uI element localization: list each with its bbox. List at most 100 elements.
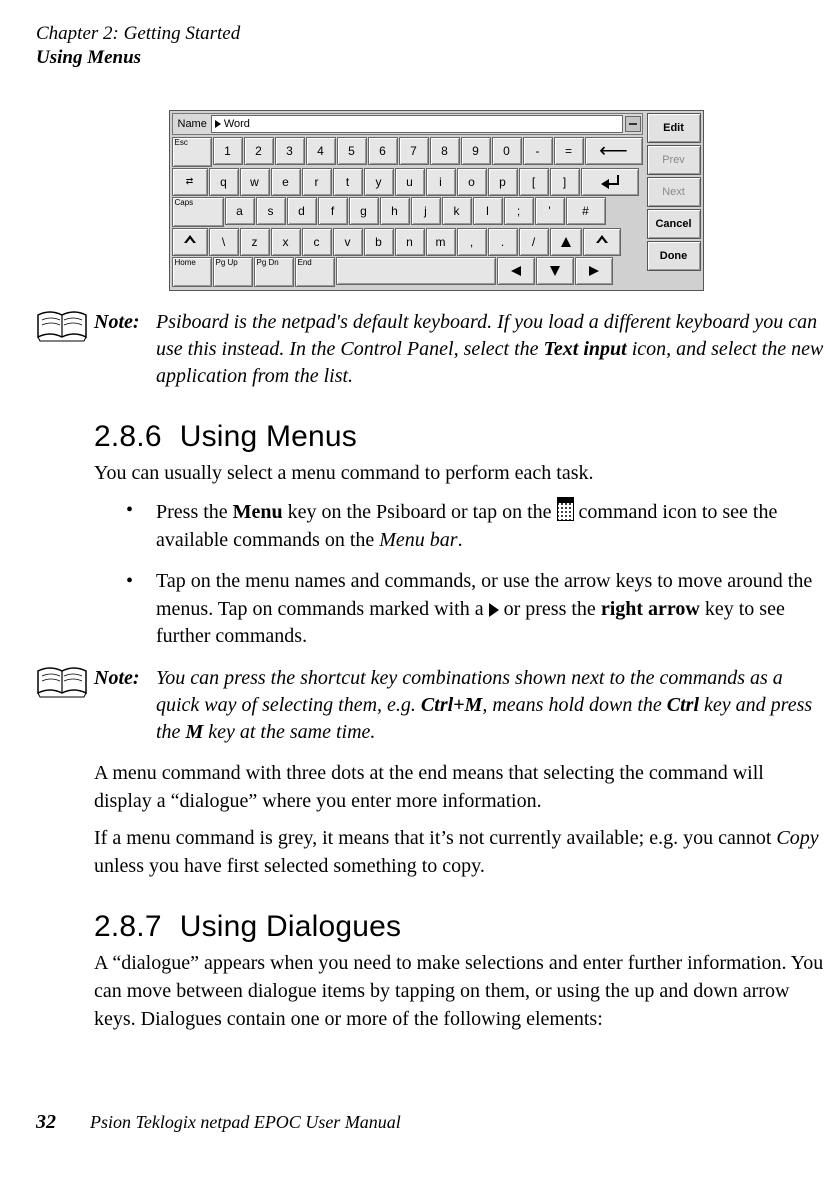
key[interactable]: y [364,168,394,196]
key-right[interactable] [575,257,613,285]
paragraph: A “dialogue” appears when you need to ma… [94,950,826,1033]
key-home[interactable]: Home [172,257,212,287]
heading-number: 2.8.6 [94,420,162,454]
key[interactable]: e [271,168,301,196]
key-esc[interactable]: Esc [172,137,212,167]
note-body: You can press the shortcut key combinati… [156,665,830,746]
key[interactable]: i [426,168,456,196]
chapter-label: Chapter 2: Getting Started [36,22,836,46]
book-icon [36,309,94,390]
key[interactable]: 0 [492,137,522,165]
key[interactable]: , [457,228,487,256]
key[interactable]: n [395,228,425,256]
prev-button[interactable]: Prev [647,145,701,175]
enter-icon [601,175,619,189]
name-label: Name [178,118,207,130]
key-left[interactable] [497,257,535,285]
key-down[interactable] [536,257,574,285]
key-shift-left[interactable] [172,228,208,256]
key[interactable]: q [209,168,239,196]
key[interactable]: 9 [461,137,491,165]
paragraph: A menu command with three dots at the en… [94,760,826,815]
key[interactable]: 4 [306,137,336,165]
key[interactable]: f [318,197,348,225]
key[interactable]: a [225,197,255,225]
key-pgdn[interactable]: Pg Dn [254,257,294,287]
key[interactable]: \ [209,228,239,256]
key-backspace[interactable]: ⟵ [585,137,643,165]
key[interactable]: t [333,168,363,196]
key[interactable]: 6 [368,137,398,165]
name-value: Word [224,118,250,130]
paragraph: You can usually select a menu command to… [94,460,826,488]
key[interactable]: r [302,168,332,196]
heading-287: 2.8.7 Using Dialogues [94,910,836,944]
submenu-arrow-icon [489,603,499,617]
key[interactable]: l [473,197,503,225]
key[interactable]: ] [550,168,580,196]
cancel-button[interactable]: Cancel [647,209,701,239]
key[interactable]: 8 [430,137,460,165]
note-label: Note: [94,665,156,746]
key[interactable]: u [395,168,425,196]
done-button[interactable]: Done [647,241,701,271]
heading-title: Using Menus [180,420,357,454]
key[interactable]: = [554,137,584,165]
key[interactable]: c [302,228,332,256]
key[interactable]: 3 [275,137,305,165]
key-end[interactable]: End [295,257,335,287]
running-header: Chapter 2: Getting Started Using Menus [36,22,836,70]
note-1: Note: Psiboard is the netpad's default k… [36,309,836,390]
key[interactable]: . [488,228,518,256]
drag-handle-icon[interactable] [625,116,641,132]
book-title: Psion Teklogix netpad EPOC User Manual [90,1112,401,1133]
key[interactable]: # [566,197,606,225]
note-label: Note: [94,309,156,390]
name-input[interactable]: Word [211,115,623,133]
page-footer: 32 Psion Teklogix netpad EPOC User Manua… [36,1111,836,1134]
key[interactable]: k [442,197,472,225]
key-tab[interactable]: ⇄ [172,168,208,196]
key[interactable]: b [364,228,394,256]
key-pgup[interactable]: Pg Up [213,257,253,287]
section-label: Using Menus [36,46,836,70]
key-up[interactable] [550,228,582,256]
key[interactable]: h [380,197,410,225]
paragraph: If a menu command is grey, it means that… [94,825,826,880]
key-enter[interactable] [581,168,639,196]
note-2: Note: You can press the shortcut key com… [36,665,836,746]
key[interactable]: / [519,228,549,256]
key[interactable]: o [457,168,487,196]
next-button[interactable]: Next [647,177,701,207]
key[interactable]: 1 [213,137,243,165]
key-space[interactable] [336,257,496,285]
key[interactable]: j [411,197,441,225]
arrow-up-icon [561,237,571,247]
arrow-right-icon [589,266,599,276]
key[interactable]: p [488,168,518,196]
key[interactable]: v [333,228,363,256]
key-shift-right[interactable] [583,228,621,256]
key[interactable]: - [523,137,553,165]
key[interactable]: z [240,228,270,256]
menu-command-icon [557,497,574,521]
key[interactable]: d [287,197,317,225]
edit-button[interactable]: Edit [647,113,701,143]
note-body: Psiboard is the netpad's default keyboar… [156,309,830,390]
key[interactable]: ' [535,197,565,225]
key[interactable]: 2 [244,137,274,165]
key[interactable]: x [271,228,301,256]
key[interactable]: m [426,228,456,256]
key[interactable]: g [349,197,379,225]
key[interactable]: 5 [337,137,367,165]
page-number: 32 [36,1111,56,1134]
heading-286: 2.8.6 Using Menus [94,420,836,454]
key[interactable]: [ [519,168,549,196]
name-field-row: Name Word [172,113,643,135]
key[interactable]: ; [504,197,534,225]
key[interactable]: s [256,197,286,225]
key[interactable]: w [240,168,270,196]
key[interactable]: 7 [399,137,429,165]
key-caps[interactable]: Caps [172,197,224,227]
arrow-down-icon [550,266,560,276]
